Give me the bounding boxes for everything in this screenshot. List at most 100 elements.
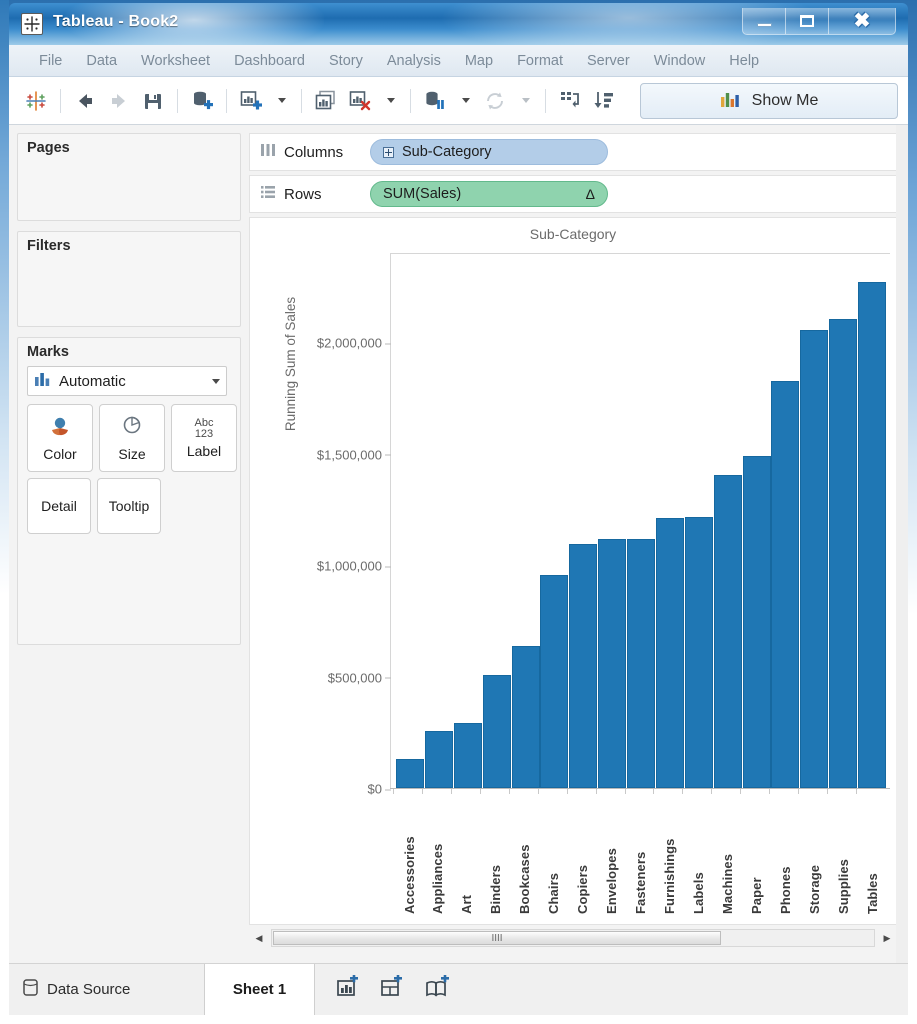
x-axis-tick-label[interactable]: Appliances bbox=[430, 795, 445, 914]
x-axis-tick-label[interactable]: Art bbox=[459, 795, 474, 914]
vertical-scrollbar-strip[interactable] bbox=[896, 125, 908, 963]
scrollbar-track[interactable]: IIII bbox=[271, 929, 875, 947]
sheet-tab-sheet-1[interactable]: Sheet 1 bbox=[205, 964, 315, 1015]
bar-column[interactable] bbox=[483, 254, 511, 788]
menu-item-map[interactable]: Map bbox=[453, 49, 505, 73]
x-axis-tick-label[interactable]: Fasteners bbox=[633, 795, 648, 914]
mark-type-dropdown[interactable]: Automatic bbox=[27, 366, 227, 396]
new-worksheet-icon[interactable] bbox=[234, 84, 268, 118]
pause-updates-icon[interactable] bbox=[418, 84, 452, 118]
back-arrow-icon[interactable] bbox=[68, 84, 102, 118]
bar-column[interactable] bbox=[714, 254, 742, 788]
save-icon[interactable] bbox=[136, 84, 170, 118]
bar-column[interactable] bbox=[396, 254, 424, 788]
data-source-tab[interactable]: Data Source bbox=[9, 964, 205, 1015]
maximize-button[interactable] bbox=[786, 8, 829, 34]
sort-descending-icon[interactable] bbox=[587, 84, 621, 118]
x-axis-tick-label[interactable]: Envelopes bbox=[604, 795, 619, 914]
marks-label-button[interactable]: Abc123 Label bbox=[171, 404, 237, 472]
horizontal-scrollbar[interactable]: ◀ IIII ▶ bbox=[249, 925, 897, 951]
x-axis-tick-label[interactable]: Phones bbox=[778, 795, 793, 914]
bar-mark[interactable] bbox=[858, 282, 886, 788]
x-axis-tick-label[interactable]: Machines bbox=[720, 795, 735, 914]
pill-sub-category[interactable]: Sub-Category bbox=[370, 139, 608, 165]
tableau-logo-icon[interactable] bbox=[19, 84, 53, 118]
new-data-source-icon[interactable] bbox=[185, 84, 219, 118]
x-axis-tick[interactable]: Furnishings bbox=[655, 789, 683, 914]
x-axis-tick[interactable]: Machines bbox=[713, 789, 741, 914]
x-axis-tick-label[interactable]: Copiers bbox=[575, 795, 590, 914]
bar-column[interactable] bbox=[685, 254, 713, 788]
x-axis-tick[interactable]: Paper bbox=[742, 789, 770, 914]
bar-mark[interactable] bbox=[800, 330, 828, 788]
marks-detail-button[interactable]: Detail bbox=[27, 478, 91, 534]
bar-mark[interactable] bbox=[512, 646, 540, 788]
x-axis-tick-label[interactable]: Bookcases bbox=[517, 795, 532, 914]
columns-shelf[interactable]: Columns Sub-Category bbox=[249, 133, 897, 171]
bar-mark[interactable] bbox=[396, 759, 424, 788]
bar-column[interactable] bbox=[771, 254, 799, 788]
x-axis-tick-label[interactable]: Accessories bbox=[402, 795, 417, 914]
marks-size-button[interactable]: Size bbox=[99, 404, 165, 472]
x-axis-tick-label[interactable]: Tables bbox=[865, 795, 880, 914]
filters-card[interactable]: Filters bbox=[17, 231, 241, 327]
bar-mark[interactable] bbox=[569, 544, 597, 788]
bar-column[interactable] bbox=[743, 254, 771, 788]
menu-item-window[interactable]: Window bbox=[642, 49, 718, 73]
clear-sheet-icon[interactable] bbox=[343, 84, 377, 118]
bar-column[interactable] bbox=[858, 254, 886, 788]
bar-column[interactable] bbox=[627, 254, 655, 788]
menu-item-help[interactable]: Help bbox=[717, 49, 771, 73]
scroll-left-arrow-icon[interactable]: ◀ bbox=[249, 927, 269, 949]
new-worksheet-icon[interactable] bbox=[335, 975, 361, 1004]
menu-item-analysis[interactable]: Analysis bbox=[375, 49, 453, 73]
bar-column[interactable] bbox=[800, 254, 828, 788]
x-axis-tick[interactable]: Art bbox=[453, 789, 481, 914]
new-dashboard-icon[interactable] bbox=[379, 975, 405, 1004]
bar-mark[interactable] bbox=[540, 575, 568, 788]
pause-updates-dropdown-caret[interactable] bbox=[452, 84, 478, 118]
swap-rows-columns-icon[interactable] bbox=[553, 84, 587, 118]
x-axis-tick[interactable]: Envelopes bbox=[598, 789, 626, 914]
x-axis-tick-label[interactable]: Labels bbox=[691, 795, 706, 914]
bar-mark[interactable] bbox=[425, 731, 453, 788]
bar-column[interactable] bbox=[569, 254, 597, 788]
rows-shelf[interactable]: Rows SUM(Sales) Δ bbox=[249, 175, 897, 213]
close-button[interactable]: ✖ bbox=[829, 8, 895, 34]
x-axis-tick[interactable]: Chairs bbox=[540, 789, 568, 914]
x-axis-tick[interactable]: Storage bbox=[800, 789, 828, 914]
x-axis-tick[interactable]: Labels bbox=[684, 789, 712, 914]
bar-column[interactable] bbox=[656, 254, 684, 788]
x-axis-tick-label[interactable]: Chairs bbox=[546, 795, 561, 914]
x-axis-tick[interactable]: Supplies bbox=[829, 789, 857, 914]
marks-tooltip-button[interactable]: Tooltip bbox=[97, 478, 161, 534]
bar-column[interactable] bbox=[598, 254, 626, 788]
menu-item-data[interactable]: Data bbox=[74, 49, 129, 73]
bar-mark[interactable] bbox=[743, 456, 771, 788]
expand-plus-icon[interactable] bbox=[383, 147, 394, 158]
x-axis-tick[interactable]: Appliances bbox=[424, 789, 452, 914]
new-worksheet-dropdown-caret[interactable] bbox=[268, 84, 294, 118]
y-axis-title[interactable]: Running Sum of Sales bbox=[283, 224, 298, 504]
bar-column[interactable] bbox=[540, 254, 568, 788]
x-axis-tick[interactable]: Bookcases bbox=[511, 789, 539, 914]
menu-item-dashboard[interactable]: Dashboard bbox=[222, 49, 317, 73]
x-axis-tick-label[interactable]: Storage bbox=[807, 795, 822, 914]
x-axis-tick-label[interactable]: Paper bbox=[749, 795, 764, 914]
marks-color-button[interactable]: Color bbox=[27, 404, 93, 472]
x-axis-tick[interactable]: Fasteners bbox=[627, 789, 655, 914]
bar-mark[interactable] bbox=[829, 319, 857, 788]
bar-column[interactable] bbox=[454, 254, 482, 788]
x-axis-tick[interactable]: Accessories bbox=[395, 789, 423, 914]
bar-mark[interactable] bbox=[598, 539, 626, 788]
bar-column[interactable] bbox=[512, 254, 540, 788]
scroll-right-arrow-icon[interactable]: ▶ bbox=[877, 927, 897, 949]
x-axis-tick[interactable]: Binders bbox=[482, 789, 510, 914]
bar-mark[interactable] bbox=[656, 518, 684, 788]
x-axis-tick-label[interactable]: Supplies bbox=[836, 795, 851, 914]
scrollbar-thumb[interactable]: IIII bbox=[273, 931, 721, 945]
x-axis-tick-label[interactable]: Binders bbox=[488, 795, 503, 914]
x-axis-tick[interactable]: Copiers bbox=[569, 789, 597, 914]
bar-column[interactable] bbox=[425, 254, 453, 788]
x-axis-tick[interactable]: Phones bbox=[771, 789, 799, 914]
